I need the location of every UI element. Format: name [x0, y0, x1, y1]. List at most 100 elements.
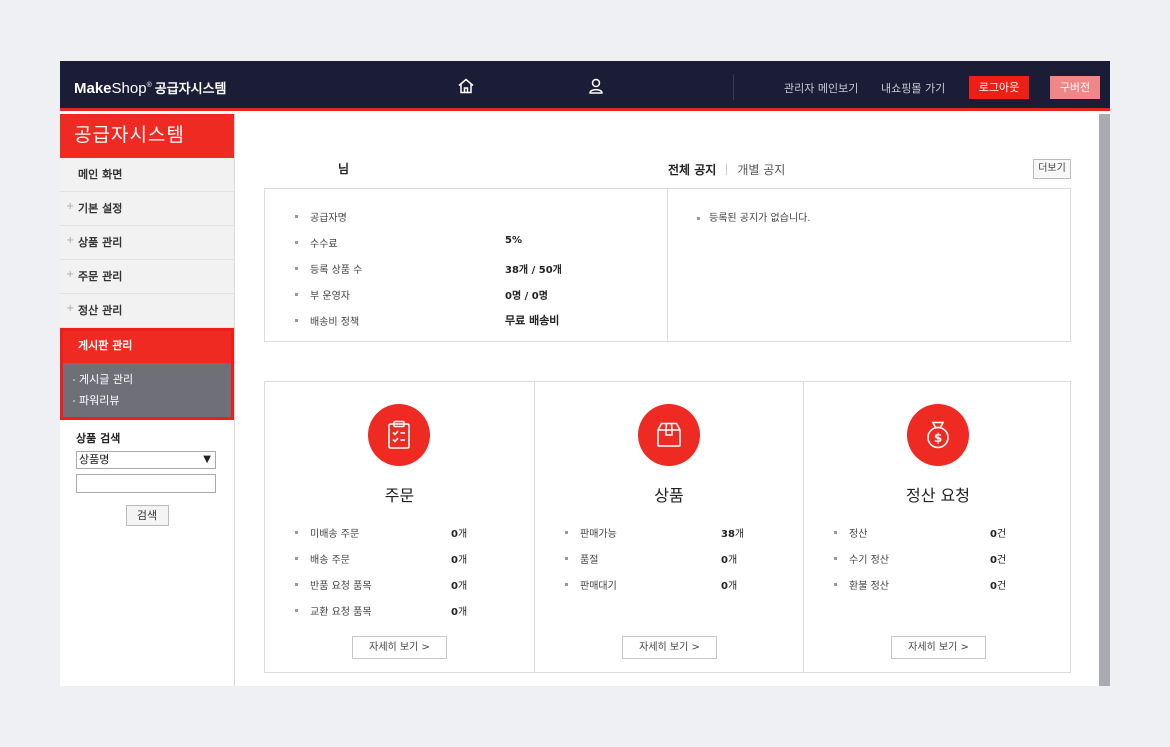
logo-registered-mark: ®: [146, 82, 152, 89]
info-value-sub-operators: 0명 / 0명: [505, 291, 548, 302]
expand-plus-icon: +: [66, 235, 75, 246]
supplier-info-box: 공급자명 수수료 5% 등록 상품 수 38개 / 50개 부 운영자 0명 /…: [264, 188, 1071, 342]
card-row: 배송 주문: [295, 551, 350, 566]
card-row-label: 미배송 주문: [310, 529, 360, 540]
card-row-unit: 건: [996, 581, 1007, 592]
products-detail-button[interactable]: 자세히 보기 >: [622, 636, 717, 659]
card-row-unit: 개: [734, 529, 745, 540]
card-row-unit: 건: [996, 529, 1007, 540]
bullet-icon: [295, 215, 298, 218]
sidebar-item-label: 정산 관리: [78, 304, 123, 317]
card-row-unit: 개: [727, 581, 738, 592]
vertical-scrollbar[interactable]: [1099, 114, 1110, 686]
search-input[interactable]: [76, 474, 216, 493]
search-field-select[interactable]: 상품명 ▼: [76, 451, 216, 469]
card-row-label: 배송 주문: [310, 555, 350, 566]
sidebar-item-order-management[interactable]: + 주문 관리: [60, 260, 234, 294]
tab-all-notices[interactable]: 전체 공지: [668, 163, 716, 177]
product-search-panel: 상품 검색 상품명 ▼ 검색: [60, 420, 234, 536]
sidebar-item-main[interactable]: 메인 화면: [60, 158, 234, 192]
card-row-value: 0개: [451, 525, 467, 540]
notice-tabs: 전체 공지 개별 공지: [668, 161, 785, 178]
info-label: 부 운영자: [310, 291, 350, 302]
sidebar-title[interactable]: 공급자시스템: [60, 114, 234, 158]
expand-plus-icon: +: [66, 303, 75, 314]
card-row-value: 0건: [990, 577, 1006, 592]
more-button[interactable]: 더보기: [1033, 159, 1071, 179]
sidebar-item-board-management[interactable]: 게시판 관리: [63, 331, 231, 363]
svg-text:$: $: [934, 431, 942, 445]
expand-plus-icon: +: [66, 269, 75, 280]
bullet-icon: [834, 557, 837, 560]
card-row-label: 품절: [580, 555, 599, 566]
card-row-label: 반품 요청 품목: [310, 581, 372, 592]
logout-button[interactable]: 로그아웃: [969, 76, 1029, 99]
card-row-value: 0건: [990, 525, 1006, 540]
search-button[interactable]: 검색: [125, 505, 169, 526]
card-row-value: 38개: [721, 525, 744, 540]
clipboard-checklist-icon: [368, 404, 430, 466]
search-select-value: 상품명: [79, 453, 110, 466]
sidebar-item-product-management[interactable]: + 상품 관리: [60, 226, 234, 260]
home-icon[interactable]: [456, 76, 476, 96]
card-row-label: 판매가능: [580, 529, 617, 540]
topbar-divider: [733, 74, 734, 100]
card-row-number: 0: [721, 555, 728, 566]
product-search-title: 상품 검색: [76, 432, 121, 445]
bullet-icon: [565, 531, 568, 534]
card-row-number: 0: [451, 607, 458, 618]
card-row-value: 0개: [721, 551, 737, 566]
card-row: 교환 요청 품목: [295, 603, 372, 618]
my-shop-link[interactable]: 내쇼핑몰 가기: [881, 80, 945, 96]
card-row-unit: 개: [457, 581, 468, 592]
admin-main-link[interactable]: 관리자 메인보기: [784, 80, 858, 96]
bullet-icon: [697, 216, 700, 220]
info-label: 배송비 정책: [310, 317, 360, 328]
tab-individual-notices[interactable]: 개별 공지: [737, 163, 785, 177]
card-row-unit: 개: [727, 555, 738, 566]
bullet-icon: [295, 267, 298, 270]
user-icon[interactable]: [586, 76, 606, 96]
sidebar-item-settlement-management[interactable]: + 정산 관리: [60, 294, 234, 328]
card-row-label: 교환 요청 품목: [310, 607, 372, 618]
info-label: 수수료: [310, 239, 338, 250]
card-row: 정산: [834, 525, 867, 540]
card-row: 환불 정산: [834, 577, 889, 592]
bullet-icon: [295, 319, 298, 322]
card-row: 미배송 주문: [295, 525, 359, 540]
info-row-product-count: 등록 상품 수: [295, 261, 362, 276]
logo-system-name: 공급자시스템: [154, 81, 227, 96]
sidebar-item-label: 기본 설정: [78, 202, 123, 215]
info-value-product-count: 38개 / 50개: [505, 265, 562, 276]
old-version-button[interactable]: 구버전: [1050, 76, 1100, 99]
card-title-products: 상품: [654, 486, 684, 505]
notice-empty-message: 등록된 공지가 없습니다.: [697, 209, 811, 224]
bullet-icon: [565, 557, 568, 560]
settlement-card: $ 정산 요청 정산 0건 수기 정산 0건 환불 정산 0건 자세히 보기 >: [803, 382, 1072, 672]
card-row-value: 0개: [721, 577, 737, 592]
settlement-detail-button[interactable]: 자세히 보기 >: [891, 636, 986, 659]
card-title-settlement: 정산 요청: [906, 486, 970, 505]
submenu-item-post-management[interactable]: 게시글 관리: [73, 369, 231, 390]
card-row-label: 정산: [849, 529, 868, 540]
sidebar-item-basic-settings[interactable]: + 기본 설정: [60, 192, 234, 226]
box-icon: [638, 404, 700, 466]
card-row-label: 수기 정산: [849, 555, 889, 566]
card-row-number: 0: [721, 581, 728, 592]
card-row: 수기 정산: [834, 551, 889, 566]
card-row: 판매가능: [565, 525, 617, 540]
supplier-info-panel: 공급자명 수수료 5% 등록 상품 수 38개 / 50개 부 운영자 0명 /…: [265, 189, 668, 341]
makeshop-logo[interactable]: MakeShop® 공급자시스템: [74, 78, 227, 97]
app-window: MakeShop® 공급자시스템 관리자 메인보기 내쇼핑몰 가기 로그아웃 구버…: [60, 61, 1110, 686]
logo-make: Make: [74, 80, 112, 97]
bullet-icon: [295, 583, 298, 586]
info-value-shipping-policy: 무료 배송비: [505, 314, 560, 327]
submenu-item-power-review[interactable]: 파워리뷰: [73, 390, 231, 411]
orders-detail-button[interactable]: 자세히 보기 >: [352, 636, 447, 659]
card-row-number: 0: [990, 581, 997, 592]
main-content: 님 전체 공지 개별 공지 더보기 공급자명 수수료 5% 등록 상품 수 38개…: [235, 114, 1099, 686]
card-row-number: 0: [990, 529, 997, 540]
greeting-text: 님: [338, 162, 350, 176]
bullet-icon: [295, 293, 298, 296]
expand-plus-icon: +: [66, 201, 75, 212]
